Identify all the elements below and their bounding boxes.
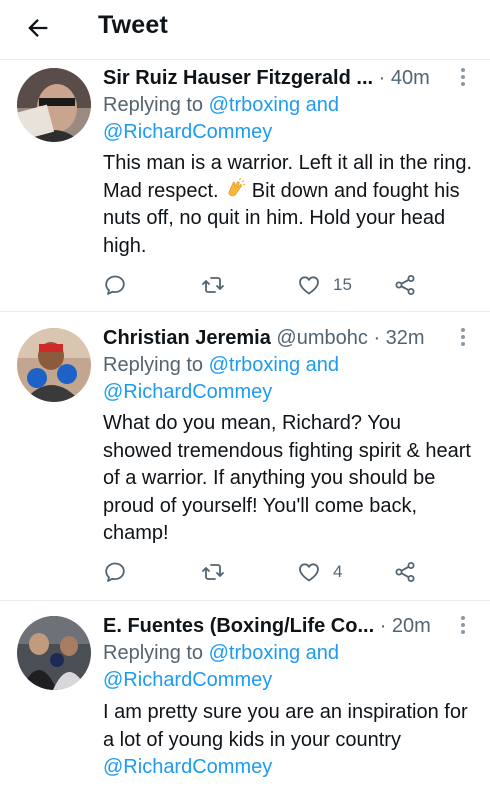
mention-link[interactable]: @trboxing [209,642,300,664]
more-icon [461,342,465,346]
tweet-text: I am pretty sure you are an inspiration … [103,701,468,778]
top-bar: Tweet [0,0,490,60]
display-name[interactable]: Sir Ruiz Hauser Fitzgerald ... [103,67,373,89]
retweet-button[interactable] [201,559,225,585]
and-others-link[interactable]: and [300,642,339,664]
timestamp[interactable]: 40m [391,67,430,89]
more-icon [461,82,465,86]
share-icon [395,562,415,582]
back-button[interactable] [22,12,54,44]
tweet-text: This man is a warrior. Left it all in th… [103,152,473,257]
more-icon [461,630,465,634]
retweet-icon [202,564,224,580]
back-arrow-icon [28,19,48,37]
avatar[interactable] [17,328,91,402]
reply-icon [105,275,125,295]
reply-tweet[interactable]: E. Fuentes (Boxing/Life Co... · 20m Repl… [0,601,490,791]
like-button[interactable]: 4 [297,559,342,585]
timestamp[interactable]: 20m [392,615,431,637]
more-icon [461,328,465,332]
replying-to: Replying to @trboxing and @RichardCommey [103,94,340,143]
more-icon [461,335,465,339]
mention-link[interactable]: @trboxing [209,94,300,116]
tweet-header: Sir Ruiz Hauser Fitzgerald ... · 40m [103,67,430,89]
clapping-hands-emoji [228,177,246,196]
more-icon [461,75,465,79]
and-others-link[interactable]: and [300,354,339,376]
tweet-header: Christian Jeremia @umbohc · 32m [103,327,425,349]
avatar[interactable] [17,616,91,690]
retweet-icon [202,277,224,293]
mention-link[interactable]: @RichardCommey [103,381,272,403]
more-options-button[interactable] [455,68,471,88]
mention-link[interactable]: @trboxing [209,354,300,376]
share-icon [395,275,415,295]
mention-link[interactable]: @RichardCommey [103,669,272,691]
tweet-actions: 15 [103,272,433,298]
tweet-actions: 4 [103,559,433,585]
retweet-button[interactable] [201,272,225,298]
share-button[interactable] [393,559,417,585]
more-options-button[interactable] [455,328,471,348]
user-handle[interactable]: @umbohc [276,327,367,349]
mention-link[interactable]: @RichardCommey [103,756,272,778]
like-button[interactable]: 15 [297,272,352,298]
more-options-button[interactable] [455,616,471,636]
tweet-text: What do you mean, Richard? You showed tr… [103,412,471,544]
avatar[interactable] [17,68,91,142]
like-icon [299,563,319,582]
mention-link[interactable]: @RichardCommey [103,121,272,143]
more-icon [461,616,465,620]
reply-tweet[interactable]: Christian Jeremia @umbohc · 32m Replying… [0,312,490,601]
share-button[interactable] [393,272,417,298]
display-name[interactable]: Christian Jeremia [103,327,271,349]
timestamp[interactable]: 32m [386,327,425,349]
more-icon [461,623,465,627]
reply-button[interactable] [103,272,127,298]
more-icon [461,68,465,72]
replying-to: Replying to @trboxing and @RichardCommey [103,642,340,691]
like-count: 4 [333,562,343,581]
reply-tweet[interactable]: Sir Ruiz Hauser Fitzgerald ... · 40m Rep… [0,60,490,312]
like-icon [299,276,319,295]
replying-to: Replying to @trboxing and @RichardCommey [103,354,340,403]
reply-button[interactable] [103,559,127,585]
reply-icon [105,562,125,582]
display-name[interactable]: E. Fuentes (Boxing/Life Co... [103,615,374,637]
tweet-header: E. Fuentes (Boxing/Life Co... · 20m [103,615,431,637]
like-count: 15 [333,275,352,294]
and-others-link[interactable]: and [300,94,339,116]
page-title: Tweet [98,11,168,39]
